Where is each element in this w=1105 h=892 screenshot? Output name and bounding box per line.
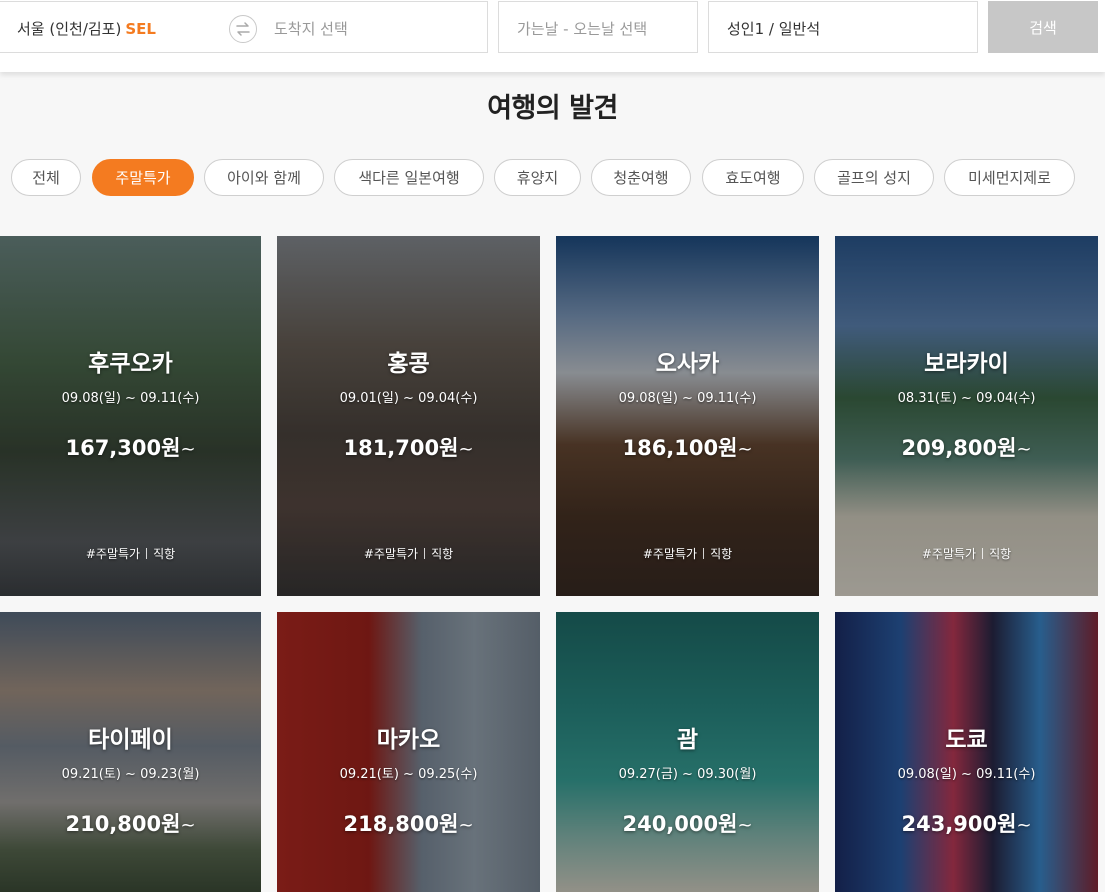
card-tag: #주말특가 — [85, 547, 141, 561]
card-dates: 09.21(토) ~ 09.23(월) — [61, 767, 200, 782]
card-price-value: 243,900원 — [901, 812, 1017, 836]
destination-card-macau[interactable]: 마카오 09.21(토) ~ 09.25(수) 218,800원~ — [277, 612, 540, 892]
card-price: 210,800원~ — [0, 808, 261, 838]
card-city: 타이페이 — [88, 727, 173, 753]
destination-card-guam[interactable]: 괌 09.27(금) ~ 09.30(월) 240,000원~ — [556, 612, 819, 892]
card-price-value: 210,800원 — [65, 812, 181, 836]
destination-card-boracay[interactable]: 보라카이 08.31(토) ~ 09.04(수) 209,800원~ #주말특가… — [835, 236, 1098, 596]
search-bar: 서울 (인천/김포) SEL 도착지 선택 가는날 - 오는날 선택 성인1 / … — [0, 0, 1105, 72]
card-city: 후쿠오카 — [88, 351, 173, 377]
filter-chip-unique-japan[interactable]: 색다른 일본여행 — [334, 159, 484, 196]
tag-divider — [424, 548, 426, 559]
card-price-value: 240,000원 — [622, 812, 738, 836]
card-price-suffix: ~ — [1016, 815, 1032, 836]
destination-select[interactable]: 도착지 선택 — [274, 18, 348, 39]
filter-chip-golf[interactable]: 골프의 성지 — [814, 159, 934, 196]
date-select[interactable]: 가는날 - 오는날 선택 — [498, 1, 698, 53]
card-tag: #주말특가 — [921, 547, 977, 561]
card-price: 181,700원~ — [277, 432, 540, 462]
card-price: 209,800원~ — [835, 432, 1098, 462]
card-tag: #주말특가 — [363, 547, 419, 561]
route-selector: 서울 (인천/김포) SEL 도착지 선택 — [0, 1, 488, 53]
card-price-suffix: ~ — [180, 439, 196, 460]
destination-card-fukuoka[interactable]: 후쿠오카 09.08(일) ~ 09.11(수) 167,300원~ #주말특가… — [0, 236, 261, 596]
card-price-value: 186,100원 — [622, 436, 738, 460]
card-overlay — [835, 236, 1098, 596]
card-dates: 09.08(일) ~ 09.11(수) — [618, 391, 757, 406]
card-tags: #주말특가 직항 — [556, 545, 819, 562]
filter-chip-youth-travel[interactable]: 청춘여행 — [591, 159, 691, 196]
filter-chip-weekend-deal[interactable]: 주말특가 — [92, 159, 194, 196]
filter-chip-family-travel[interactable]: 효도여행 — [702, 159, 804, 196]
filter-chip-all[interactable]: 전체 — [11, 159, 81, 196]
tag-divider — [146, 548, 148, 559]
card-overlay — [556, 236, 819, 596]
tag-divider — [982, 548, 984, 559]
card-overlay — [277, 236, 540, 596]
card-city: 도쿄 — [945, 727, 988, 753]
card-price: 240,000원~ — [556, 808, 819, 838]
card-price: 186,100원~ — [556, 432, 819, 462]
card-city: 보라카이 — [924, 351, 1009, 377]
card-price: 167,300원~ — [0, 432, 261, 462]
card-tags: #주말특가 직항 — [277, 545, 540, 562]
swap-button[interactable] — [229, 15, 257, 43]
card-overlay — [0, 236, 261, 596]
origin-select[interactable]: 서울 (인천/김포) SEL — [17, 18, 156, 39]
destination-card-osaka[interactable]: 오사카 09.08(일) ~ 09.11(수) 186,100원~ #주말특가 직… — [556, 236, 819, 596]
card-price-value: 209,800원 — [901, 436, 1017, 460]
card-price-value: 218,800원 — [343, 812, 459, 836]
tag-divider — [703, 548, 705, 559]
filter-chip-resort[interactable]: 휴양지 — [494, 159, 581, 196]
card-price-suffix: ~ — [458, 815, 474, 836]
card-city: 오사카 — [655, 351, 720, 377]
card-price-suffix: ~ — [458, 439, 474, 460]
card-price-suffix: ~ — [180, 815, 196, 836]
card-tag: 직항 — [153, 547, 176, 561]
origin-code: SEL — [125, 20, 156, 38]
origin-label: 서울 (인천/김포) — [17, 20, 122, 38]
card-dates: 09.27(금) ~ 09.30(월) — [618, 767, 757, 782]
search-button[interactable]: 검색 — [988, 1, 1098, 53]
card-dates: 09.21(토) ~ 09.25(수) — [339, 767, 478, 782]
card-price: 218,800원~ — [277, 808, 540, 838]
destination-card-taipei[interactable]: 타이페이 09.21(토) ~ 09.23(월) 210,800원~ — [0, 612, 261, 892]
card-tags: #주말특가 직항 — [0, 545, 261, 562]
card-price-suffix: ~ — [1016, 439, 1032, 460]
passenger-select[interactable]: 성인1 / 일반석 — [708, 1, 978, 53]
card-tag: 직항 — [710, 547, 733, 561]
card-price-value: 181,700원 — [343, 436, 459, 460]
card-tag: 직항 — [431, 547, 454, 561]
card-tags: #주말특가 직항 — [835, 545, 1098, 562]
card-dates: 09.08(일) ~ 09.11(수) — [897, 767, 1036, 782]
destination-card-tokyo[interactable]: 도쿄 09.08(일) ~ 09.11(수) 243,900원~ — [835, 612, 1098, 892]
swap-arrows-icon — [236, 22, 250, 36]
card-city: 홍콩 — [387, 351, 430, 377]
card-tag: #주말특가 — [642, 547, 698, 561]
destination-card-hongkong[interactable]: 홍콩 09.01(일) ~ 09.04(수) 181,700원~ #주말특가 직항 — [277, 236, 540, 596]
card-dates: 08.31(토) ~ 09.04(수) — [897, 391, 1036, 406]
card-tag: 직항 — [989, 547, 1012, 561]
card-price-suffix: ~ — [737, 815, 753, 836]
card-price: 243,900원~ — [835, 808, 1098, 838]
card-dates: 09.08(일) ~ 09.11(수) — [61, 391, 200, 406]
card-price-suffix: ~ — [737, 439, 753, 460]
filter-chip-no-fine-dust[interactable]: 미세먼지제로 — [944, 159, 1075, 196]
card-city: 마카오 — [376, 727, 441, 753]
card-dates: 09.01(일) ~ 09.04(수) — [339, 391, 478, 406]
page-title: 여행의 발견 — [487, 93, 618, 124]
card-price-value: 167,300원 — [65, 436, 181, 460]
card-city: 괌 — [676, 727, 699, 753]
filter-chip-with-kids[interactable]: 아이와 함께 — [204, 159, 324, 196]
